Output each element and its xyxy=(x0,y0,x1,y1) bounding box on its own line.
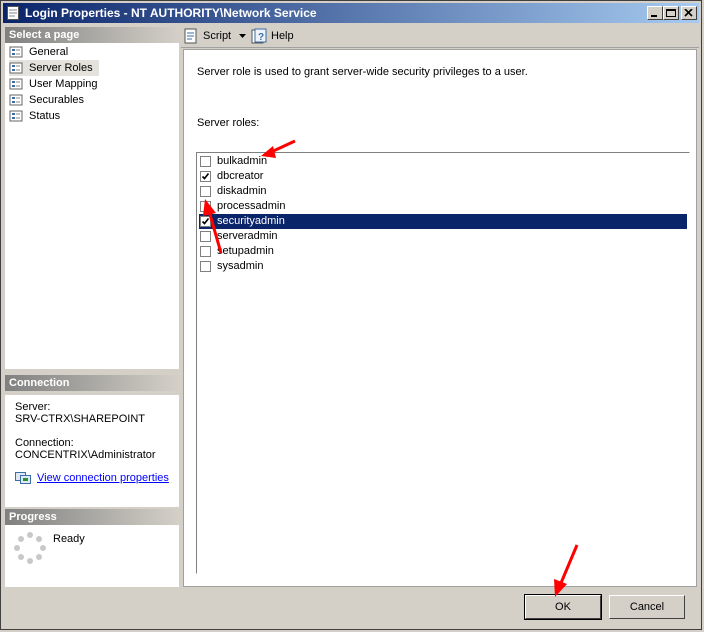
role-checkbox[interactable] xyxy=(200,216,211,227)
role-checkbox[interactable] xyxy=(200,171,211,182)
property-page-icon xyxy=(9,110,23,122)
progress-status: Ready xyxy=(53,533,85,545)
window-title: Login Properties - NT AUTHORITY\Network … xyxy=(25,6,317,20)
role-label: diskadmin xyxy=(217,185,267,197)
checkmark-icon xyxy=(201,218,210,225)
login-properties-window: Login Properties - NT AUTHORITY\Network … xyxy=(0,0,702,630)
role-checkbox[interactable] xyxy=(200,261,211,272)
role-label: dbcreator xyxy=(217,170,264,182)
role-row-processadmin[interactable]: processadmin xyxy=(199,199,687,214)
role-label: processadmin xyxy=(217,200,286,212)
role-label: bulkadmin xyxy=(217,155,268,167)
script-icon xyxy=(184,28,197,44)
left-pane: Select a page General Server Roles User … xyxy=(3,25,179,589)
role-checkbox[interactable] xyxy=(200,186,211,197)
title-bar[interactable]: Login Properties - NT AUTHORITY\Network … xyxy=(3,3,699,23)
server-label: Server: xyxy=(15,401,51,413)
property-page-icon xyxy=(9,94,23,106)
role-row-diskadmin[interactable]: diskadmin xyxy=(199,184,687,199)
page-item-label: General xyxy=(29,46,69,58)
role-row-serveradmin[interactable]: serveradmin xyxy=(199,229,687,244)
help-label: Help xyxy=(271,30,294,42)
page-item-label: Status xyxy=(29,110,61,122)
connection-value: CONCENTRIX\Administrator xyxy=(15,449,156,461)
page-item-label: User Mapping xyxy=(29,78,98,90)
role-row-setupadmin[interactable]: setupadmin xyxy=(199,244,687,259)
role-row-bulkadmin[interactable]: bulkadmin xyxy=(199,154,687,169)
ok-button[interactable]: OK xyxy=(524,594,602,620)
page-item-label: Server Roles xyxy=(29,62,93,74)
page-item-server-roles[interactable]: Server Roles xyxy=(9,60,99,76)
role-label: securityadmin xyxy=(215,215,287,228)
progress-spinner-icon xyxy=(14,532,46,564)
script-label: Script xyxy=(203,30,232,42)
close-button[interactable] xyxy=(681,6,697,20)
role-label: setupadmin xyxy=(217,245,274,257)
dropdown-arrow-icon[interactable] xyxy=(239,34,246,38)
server-roles-page: Server role is used to grant server-wide… xyxy=(183,49,697,587)
document-icon xyxy=(7,6,19,20)
maximize-button[interactable] xyxy=(663,6,679,20)
role-checkbox[interactable] xyxy=(200,246,211,257)
minimize-icon xyxy=(651,15,657,17)
property-page-icon xyxy=(9,46,23,58)
role-row-securityadmin[interactable]: securityadmin xyxy=(199,214,687,229)
page-list: General Server Roles User Mapping Secura… xyxy=(5,43,179,369)
role-label: sysadmin xyxy=(217,260,264,272)
connection-header: Connection xyxy=(5,375,179,391)
svg-text:?: ? xyxy=(258,32,264,43)
connection-properties-icon xyxy=(15,472,31,484)
minimize-button[interactable] xyxy=(647,6,663,20)
property-page-icon xyxy=(9,78,23,90)
role-row-sysadmin[interactable]: sysadmin xyxy=(199,259,687,274)
right-pane: Script ? Help Server role is used to gra… xyxy=(181,25,699,589)
page-item-user-mapping[interactable]: User Mapping xyxy=(9,76,97,92)
server-roles-list: bulkadmin dbcreator diskadmin processadm… xyxy=(196,152,690,574)
role-checkbox[interactable] xyxy=(200,156,211,167)
page-item-securables[interactable]: Securables xyxy=(9,92,84,108)
role-checkbox[interactable] xyxy=(200,201,211,212)
progress-panel: Ready xyxy=(5,525,179,587)
close-icon xyxy=(684,9,693,17)
maximize-icon xyxy=(666,9,676,17)
page-description: Server role is used to grant server-wide… xyxy=(197,66,528,78)
connection-label: Connection: xyxy=(15,437,74,449)
server-roles-label: Server roles: xyxy=(197,117,260,129)
cancel-button[interactable]: Cancel xyxy=(609,595,685,619)
property-page-icon xyxy=(9,62,23,74)
server-value: SRV-CTRX\SHAREPOINT xyxy=(15,413,145,425)
page-item-label: Securables xyxy=(29,94,85,106)
role-row-dbcreator[interactable]: dbcreator xyxy=(199,169,687,184)
help-icon: ? xyxy=(251,28,267,44)
page-item-status[interactable]: Status xyxy=(9,108,60,124)
progress-header: Progress xyxy=(5,509,179,525)
view-connection-properties-link[interactable]: View connection properties xyxy=(37,472,169,484)
page-item-general[interactable]: General xyxy=(9,44,68,60)
toolbar: Script ? Help xyxy=(181,25,699,48)
connection-panel: Server: SRV-CTRX\SHAREPOINT Connection: … xyxy=(5,395,179,507)
button-bar: OK Cancel xyxy=(1,591,703,631)
role-label: serveradmin xyxy=(217,230,278,242)
checkmark-icon xyxy=(201,173,210,180)
select-page-header: Select a page xyxy=(5,27,179,43)
role-checkbox[interactable] xyxy=(200,231,211,242)
